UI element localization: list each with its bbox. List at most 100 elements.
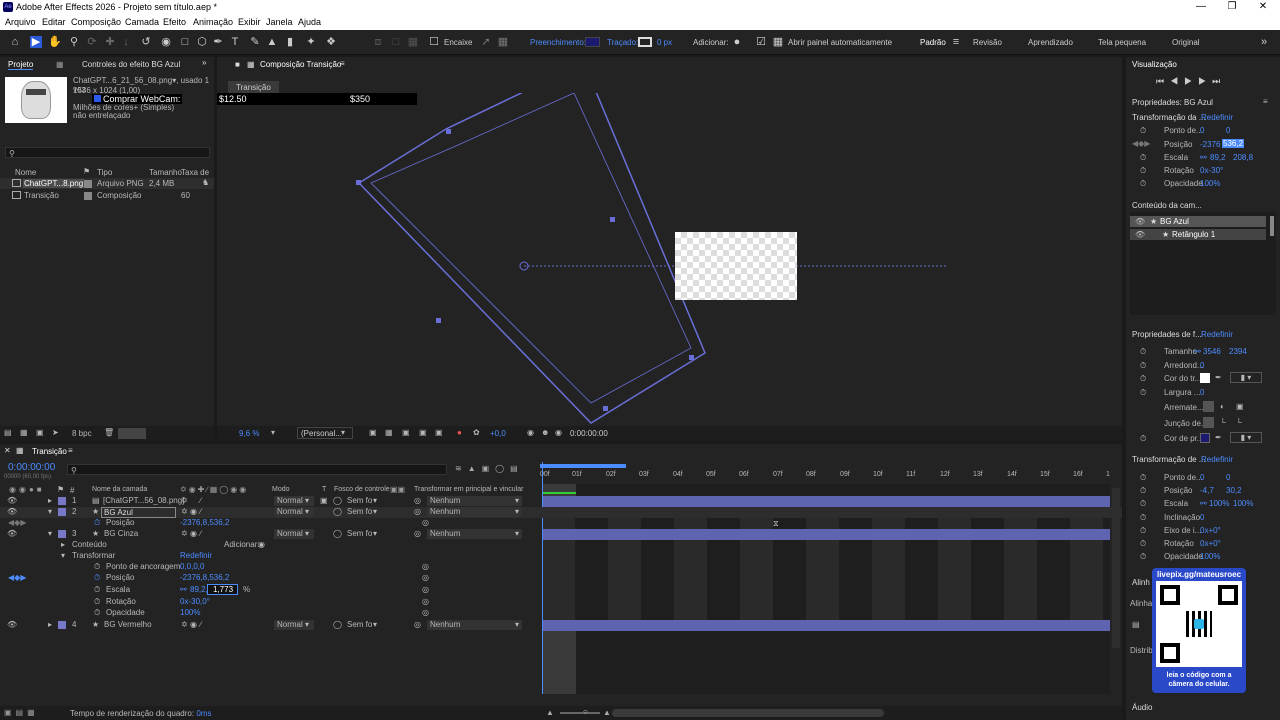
expand-icon[interactable]: ▸ — [48, 496, 52, 505]
stopwatch-icon[interactable]: ⏱ — [1140, 361, 1146, 371]
brush-tool-icon[interactable]: ✎ — [249, 36, 261, 48]
trash-icon[interactable]: 🗑 — [104, 428, 114, 437]
stopwatch-icon[interactable]: ⏱ — [1140, 499, 1146, 509]
size-link-icon[interactable]: ⚯ — [1194, 347, 1201, 356]
opacity-value[interactable]: 100% — [1200, 179, 1220, 188]
pen-tool-icon[interactable]: ⬡ — [196, 36, 208, 48]
property-row[interactable]: ⏱ Escala ⚯ 89,2, 1,773 % ◎ — [0, 584, 1122, 596]
scale-x[interactable]: 89,2 — [1210, 153, 1226, 162]
layer-name[interactable]: [ChatGPT...56_08.png] — [103, 496, 184, 505]
clone-stamp-icon[interactable]: ▲ — [266, 36, 278, 48]
stopwatch-icon[interactable]: ⏱ — [1140, 473, 1146, 483]
eraser-tool-icon[interactable]: ▮ — [284, 36, 296, 48]
matte-select[interactable]: Sem fo — [347, 507, 372, 516]
stroke-color-swatch[interactable] — [1200, 433, 1210, 443]
matte-icon[interactable]: ◯ — [333, 496, 342, 505]
size-y[interactable]: 2394 — [1229, 347, 1247, 356]
color-swatch[interactable] — [118, 428, 146, 439]
layer-row[interactable]: 👁 ▾ 2 ★ BG Azul ✡ ◉ ∕ Normal ▾ ◯ Sem fo … — [0, 507, 1122, 518]
stopwatch-icon[interactable]: ⏱ — [1140, 552, 1146, 562]
prop-value[interactable]: 0x-30,0° — [180, 597, 210, 606]
workspace-original[interactable]: Original — [1172, 38, 1200, 47]
col-taxa[interactable]: Taxa de — [181, 168, 209, 177]
property-row[interactable]: ◀◆▶ ⏱ Posição -2376,8,536,2 ◎ — [0, 573, 1122, 584]
skew-value[interactable]: 0 — [1200, 513, 1204, 522]
panel-expand-icon[interactable]: » — [202, 58, 206, 67]
workspace-revisao[interactable]: Revisão — [973, 38, 1002, 47]
stopwatch-icon[interactable]: ⏱ — [1140, 539, 1146, 549]
eye-icon[interactable]: 👁 — [7, 529, 17, 538]
snap-option-icon[interactable]: ➚ — [480, 36, 492, 48]
cap-butt-icon[interactable] — [1203, 401, 1214, 412]
mode-select[interactable]: Normal ▾ — [274, 620, 314, 630]
maximize-icon[interactable]: ❐ — [1217, 1, 1247, 12]
eye-icon[interactable]: 👁 — [1135, 217, 1145, 226]
menu-animacao[interactable]: Animação — [193, 17, 233, 27]
stopwatch-icon[interactable]: ⏱ — [94, 597, 100, 607]
pickwhip-icon[interactable]: ◎ — [422, 597, 429, 606]
preserve-icon[interactable]: ▣ — [320, 496, 328, 505]
rectangle-tool-icon[interactable]: □ — [179, 36, 191, 48]
horizontal-scrollbar[interactable] — [612, 709, 884, 717]
skew-axis-value[interactable]: 0x+0° — [1200, 526, 1221, 535]
content-item[interactable]: 👁 ★ Retângulo 1 — [1130, 229, 1266, 240]
scale-link-icon[interactable]: ⚯ — [1200, 153, 1207, 162]
property-row[interactable]: ⏱ Rotação 0x-30,0° ◎ — [0, 597, 1122, 608]
reset-link[interactable]: Redefinir — [1201, 455, 1233, 464]
puppet-pin-icon[interactable]: ❖ — [325, 36, 337, 48]
anchor2-y[interactable]: 0 — [1226, 473, 1230, 482]
parent-select[interactable]: Nenhum ▾ — [427, 529, 522, 539]
scale-edit-input[interactable]: 1,773 — [207, 584, 238, 595]
stopwatch-icon[interactable]: ⏱ — [1140, 486, 1146, 496]
exposure-value[interactable]: +0,0 — [490, 429, 506, 438]
cap-square-icon[interactable]: ▣ — [1236, 402, 1244, 411]
stopwatch-icon[interactable]: ⏱ — [1140, 513, 1146, 523]
bpc-label[interactable]: 8 bpc — [72, 429, 92, 438]
anchor2-x[interactable]: 0 — [1200, 473, 1204, 482]
position2-x[interactable]: -4,7 — [1200, 486, 1214, 495]
layout-icon[interactable]: ▦ — [407, 36, 419, 48]
zoom-slider[interactable] — [560, 712, 600, 714]
scrollbar[interactable] — [1270, 216, 1274, 236]
rotate-tool-icon[interactable]: ↺ — [140, 36, 152, 48]
stopwatch-icon[interactable]: ⏱ — [1140, 153, 1146, 163]
col-tamanho[interactable]: Tamanho — [149, 168, 182, 177]
scale-link-icon[interactable]: ⚯ — [180, 585, 187, 594]
pickwhip-icon[interactable]: ◎ — [414, 529, 421, 538]
scale2-x[interactable]: 100% — [1209, 499, 1229, 508]
chevron-down-icon[interactable]: ▾ — [373, 529, 377, 538]
position-y[interactable]: 536,2 — [1222, 139, 1245, 148]
stopwatch-icon[interactable]: ⏱ — [94, 562, 100, 572]
col-mode[interactable]: Modo — [272, 486, 290, 493]
collapse-switch-icon[interactable]: ◉ — [190, 507, 197, 516]
menu-exibir[interactable]: Exibir — [238, 17, 261, 27]
collapse-switch-icon[interactable]: ◉ — [190, 529, 197, 538]
menu-composicao[interactable]: Composição — [71, 17, 121, 27]
stopwatch-icon[interactable]: ⏱ — [1140, 347, 1146, 357]
prop-value[interactable]: 89,2, — [190, 585, 208, 594]
interpret-icon[interactable]: ▤ — [4, 428, 12, 437]
collapse-icon[interactable]: ▾ — [48, 507, 52, 516]
rotation-value[interactable]: 0x-30° — [1200, 166, 1223, 175]
pickwhip-icon[interactable]: ◎ — [414, 620, 421, 629]
zoom-level[interactable]: 9,6 % — [239, 429, 259, 438]
workspace-aprendizado[interactable]: Aprendizado — [1028, 38, 1073, 47]
pickwhip-icon[interactable]: ◎ — [422, 518, 429, 527]
stopwatch-icon[interactable]: ⏱ — [1140, 179, 1146, 189]
new-comp-icon[interactable]: ▣ — [36, 428, 44, 437]
label-swatch[interactable] — [58, 621, 66, 629]
parent-select[interactable]: Nenhum ▾ — [427, 496, 522, 506]
col-matte[interactable]: Fosco de controle — [334, 486, 390, 493]
workspace-padrao[interactable]: Padrão — [920, 38, 946, 47]
timeline-search-input[interactable] — [67, 464, 447, 475]
orbit-tool-icon[interactable]: ⟳ — [86, 36, 98, 48]
layer-row[interactable]: 👁 ▾ 3 ★ BG Cinza ✡ ◉ ∕ Normal ▾ ◯ Sem fo… — [0, 529, 1122, 540]
menu-arquivo[interactable]: Arquivo — [5, 17, 36, 27]
playback-controls[interactable]: ⏮◀▶▶⏭ — [1156, 76, 1226, 87]
camera-icon[interactable]: ◉ — [527, 428, 534, 437]
fill-swatch[interactable] — [585, 37, 600, 47]
tab-effect-controls[interactable]: Controles do efeito BG Azul — [82, 60, 180, 69]
layer-name[interactable]: BG Vermelho — [104, 620, 152, 629]
zoom-tool-icon[interactable]: ⚲ — [68, 36, 80, 48]
status-icons[interactable]: ▣▤▦ — [4, 708, 39, 717]
